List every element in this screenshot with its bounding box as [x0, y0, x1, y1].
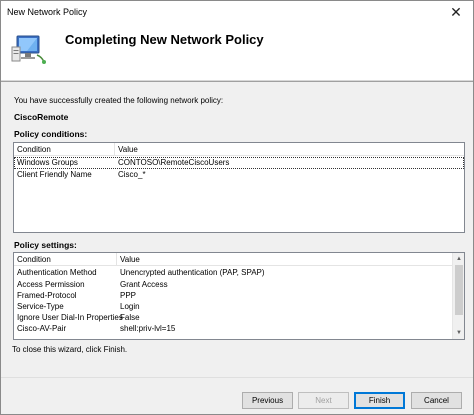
wizard-window: New Network Policy ✕ Completing New Netw…	[0, 0, 474, 415]
condition-value: Cisco_*	[118, 170, 146, 179]
setting-value: Grant Access	[120, 280, 168, 289]
condition-name: Client Friendly Name	[17, 170, 92, 179]
settings-header-row: Condition Value	[14, 253, 453, 266]
policy-conditions-label: Policy conditions:	[14, 129, 88, 139]
condition-value: CONTOSO\RemoteCiscoUsers	[118, 158, 230, 167]
policy-settings-list[interactable]: Condition Value Authentication Method Un…	[13, 252, 465, 340]
setting-value: False	[120, 313, 140, 322]
title-bar: New Network Policy ✕	[1, 1, 473, 23]
conditions-header-row: Condition Value	[14, 143, 464, 156]
wizard-header: Completing New Network Policy	[1, 23, 473, 81]
setting-name: Authentication Method	[17, 268, 97, 277]
scroll-up-icon[interactable]: ▲	[455, 255, 463, 263]
list-item[interactable]: Access Permission Grant Access	[14, 279, 453, 290]
policy-name: CiscoRemote	[14, 112, 69, 122]
previous-button[interactable]: Previous	[242, 392, 293, 409]
list-item[interactable]: Client Friendly Name Cisco_*	[14, 169, 464, 181]
policy-settings-label: Policy settings:	[14, 240, 77, 250]
list-item[interactable]: Ignore User Dial-In Properties False	[14, 312, 453, 323]
list-item[interactable]: Authentication Method Unencrypted authen…	[14, 267, 453, 279]
column-header-condition[interactable]: Condition	[17, 143, 51, 156]
finish-button[interactable]: Finish	[354, 392, 405, 409]
column-header-value[interactable]: Value	[118, 143, 138, 156]
page-title: Completing New Network Policy	[65, 32, 264, 47]
scrollbar-thumb[interactable]	[455, 265, 463, 315]
close-icon[interactable]: ✕	[443, 1, 469, 23]
intro-text: You have successfully created the follow…	[14, 96, 224, 105]
list-item[interactable]: Service-Type Login	[14, 301, 453, 312]
setting-name: Service-Type	[17, 302, 64, 311]
next-button[interactable]: Next	[298, 392, 349, 409]
column-header-condition[interactable]: Condition	[17, 253, 51, 266]
setting-value: shell:priv-lvl=15	[120, 324, 176, 333]
setting-name: Access Permission	[17, 280, 85, 289]
scroll-down-icon[interactable]: ▼	[455, 329, 463, 337]
column-divider[interactable]	[116, 253, 117, 266]
cancel-button[interactable]: Cancel	[411, 392, 462, 409]
settings-scrollbar[interactable]: ▲ ▼	[452, 253, 464, 339]
settings-rows: Condition Value Authentication Method Un…	[14, 253, 453, 339]
setting-value: Unencrypted authentication (PAP, SPAP)	[120, 268, 265, 277]
header-divider	[1, 81, 473, 82]
list-item[interactable]: Windows Groups CONTOSO\RemoteCiscoUsers	[14, 157, 464, 169]
condition-name: Windows Groups	[17, 158, 78, 167]
list-item[interactable]: Cisco-AV-Pair shell:priv-lvl=15	[14, 323, 453, 334]
policy-conditions-list[interactable]: Condition Value Windows Groups CONTOSO\R…	[13, 142, 465, 233]
setting-name: Cisco-AV-Pair	[17, 324, 67, 333]
setting-name: Ignore User Dial-In Properties	[17, 313, 123, 322]
footer-divider	[1, 377, 473, 378]
window-title: New Network Policy	[7, 7, 88, 17]
setting-value: PPP	[120, 291, 137, 300]
column-header-value[interactable]: Value	[120, 253, 140, 266]
setting-name: Framed-Protocol	[17, 291, 77, 300]
list-item[interactable]: Framed-Protocol PPP	[14, 290, 453, 301]
close-instructions: To close this wizard, click Finish.	[12, 345, 128, 354]
column-divider[interactable]	[114, 143, 115, 156]
setting-value: Login	[120, 302, 140, 311]
computer-network-icon	[11, 35, 46, 64]
